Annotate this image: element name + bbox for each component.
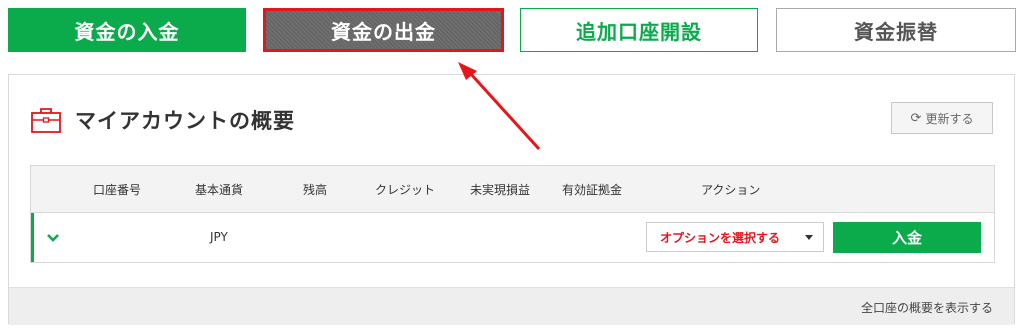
header-equity: 有効証拠金 (562, 183, 623, 197)
header-account-number: 口座番号 (93, 183, 142, 197)
header-action: アクション (701, 183, 761, 197)
deposit-funds-button[interactable]: 資金の入金 (8, 8, 246, 52)
header-balance: 残高 (303, 183, 328, 197)
header-credit: クレジット (375, 183, 436, 197)
refresh-button[interactable]: ⟳ 更新する (891, 102, 993, 134)
cell-base-currency: JPY (210, 230, 228, 244)
header-base-currency: 基本通貨 (195, 183, 244, 197)
table-header: 口座番号 基本通貨 残高 クレジット 未実現損益 有効証拠金 アクション (31, 166, 994, 213)
refresh-icon: ⟳ (910, 110, 922, 126)
briefcase-icon (31, 107, 61, 137)
chevron-down-icon[interactable] (46, 229, 60, 248)
header-unrealized-pl: 未実現損益 (470, 183, 531, 197)
panel-footer: 全口座の概要を表示する (9, 287, 1014, 325)
account-overview-panel: マイアカウントの概要 ⟳ 更新する 口座番号 基本通貨 残高 クレジット 未実現… (8, 74, 1015, 325)
action-select-value: オプションを選択する (660, 230, 781, 245)
action-select[interactable]: オプションを選択する (646, 222, 824, 252)
show-all-accounts-link[interactable]: 全口座の概要を表示する (861, 299, 993, 316)
table-row: JPY オプションを選択する 入金 (31, 213, 994, 262)
fund-transfer-button[interactable]: 資金振替 (776, 8, 1016, 52)
panel-title: マイアカウントの概要 (75, 109, 295, 133)
caret-down-icon (805, 235, 813, 240)
open-additional-account-button[interactable]: 追加口座開設 (520, 8, 758, 52)
refresh-label: 更新する (925, 111, 974, 126)
withdraw-funds-button[interactable]: 資金の出金 (263, 8, 504, 52)
accounts-table: 口座番号 基本通貨 残高 クレジット 未実現損益 有効証拠金 アクション JPY… (30, 165, 995, 263)
row-deposit-button[interactable]: 入金 (833, 222, 981, 253)
